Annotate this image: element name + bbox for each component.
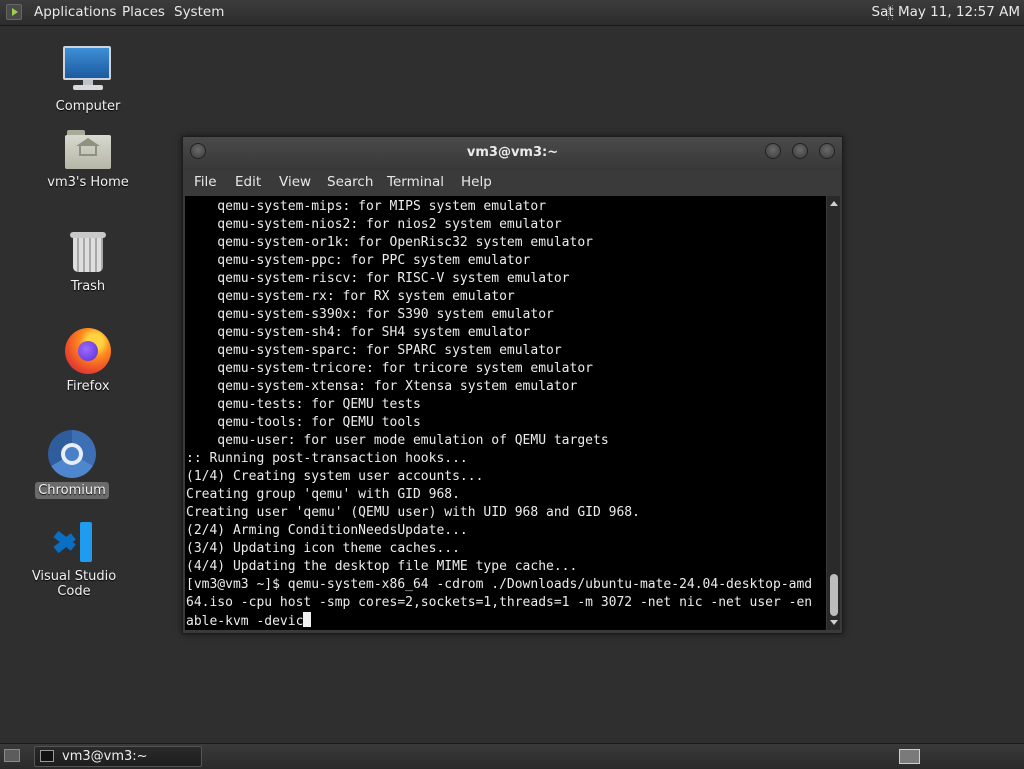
terminal-line: (2/4) Arming ConditionNeedsUpdate... (186, 523, 468, 538)
computer-icon (63, 46, 113, 94)
workspace-switcher[interactable] (899, 749, 920, 764)
terminal-line: able-kvm -devic (186, 612, 812, 630)
terminal-line: :: Running post-transaction hooks... (186, 451, 468, 466)
terminal-line: qemu-system-or1k: for OpenRisc32 system … (186, 235, 593, 250)
terminal-line: qemu-tests: for QEMU tests (186, 397, 421, 412)
main-menu-icon[interactable] (6, 4, 22, 20)
chromium-icon (48, 430, 96, 478)
terminal-icon (40, 750, 54, 762)
menu-search[interactable]: Search (327, 174, 373, 190)
bottom-panel: vm3@vm3:~ (0, 743, 1024, 769)
desktop-icon-trash[interactable]: Trash (28, 230, 148, 295)
taskbar-window-button[interactable]: vm3@vm3:~ (34, 746, 202, 767)
desktop-icon-chromium[interactable]: Chromium (12, 430, 132, 499)
terminal-scrollbar[interactable] (827, 196, 840, 630)
terminal-line: qemu-system-rx: for RX system emulator (186, 289, 515, 304)
window-titlebar[interactable]: vm3@vm3:~ (183, 137, 842, 169)
terminal-line: 64.iso -cpu host -smp cores=2,sockets=1,… (186, 595, 813, 610)
text-cursor (303, 612, 312, 627)
terminal-line: Creating user 'qemu' (QEMU user) with UI… (186, 505, 640, 520)
scrollbar-thumb[interactable] (830, 574, 838, 616)
menu-view[interactable]: View (279, 174, 311, 190)
scroll-down-arrow-icon[interactable] (830, 620, 838, 625)
desktop-icon-label: vm3's Home (47, 175, 129, 190)
vscode-icon (52, 520, 96, 564)
terminal-line: qemu-system-nios2: for nios2 system emul… (186, 217, 562, 232)
desktop-icon-label: Computer (55, 99, 121, 114)
terminal-line: qemu-system-xtensa: for Xtensa system em… (186, 379, 578, 394)
clock[interactable]: Sat May 11, 12:57 AM (872, 4, 1020, 20)
terminal-output[interactable]: qemu-system-mips: for MIPS system emulat… (185, 196, 826, 630)
close-button[interactable] (819, 143, 835, 159)
menu-help[interactable]: Help (461, 174, 492, 190)
desktop-icon-label: Trash (70, 279, 106, 294)
desktop-icon-label: Visual Studio Code (31, 569, 117, 599)
terminal-line: qemu-tools: for QEMU tools (186, 415, 421, 430)
scroll-up-arrow-icon[interactable] (830, 201, 838, 206)
desktop-icon-vscode[interactable]: Visual Studio Code (14, 520, 134, 600)
desktop-icon-computer[interactable]: Computer (28, 46, 148, 115)
window-title: vm3@vm3:~ (466, 145, 559, 160)
firefox-icon (65, 328, 111, 374)
terminal-line: qemu-system-mips: for MIPS system emulat… (186, 199, 547, 214)
terminal-line: qemu-system-sparc: for SPARC system emul… (186, 343, 562, 358)
system-menu[interactable]: System (174, 4, 224, 20)
terminal-line: (1/4) Creating system user accounts... (186, 469, 484, 484)
terminal-line: (4/4) Updating the desktop file MIME typ… (186, 559, 578, 574)
terminal-menubar: File Edit View Search Terminal Help (183, 169, 842, 197)
applications-menu[interactable]: Applications (34, 4, 116, 20)
top-panel: Applications Places System Sat May 11, 1… (0, 0, 1024, 26)
terminal-line: qemu-system-s390x: for S390 system emula… (186, 307, 554, 322)
taskbar-window-label: vm3@vm3:~ (62, 749, 148, 764)
home-folder-icon (65, 130, 111, 170)
maximize-button[interactable] (792, 143, 808, 159)
terminal-line: qemu-system-ppc: for PPC system emulator (186, 253, 531, 268)
minimize-button[interactable] (765, 143, 781, 159)
terminal-line: (3/4) Updating icon theme caches... (186, 541, 460, 556)
desktop-icon-firefox[interactable]: Firefox (28, 328, 148, 395)
places-menu[interactable]: Places (122, 4, 165, 20)
terminal-line: qemu-system-riscv: for RISC-V system emu… (186, 271, 570, 286)
terminal-line: qemu-system-tricore: for tricore system … (186, 361, 593, 376)
desktop-icon-label: Chromium (35, 482, 109, 499)
desktop-icon-label: Firefox (66, 379, 110, 394)
trash-icon (70, 230, 106, 274)
show-desktop-icon[interactable] (4, 749, 20, 762)
menu-terminal[interactable]: Terminal (387, 174, 444, 190)
terminal-line: [vm3@vm3 ~]$ qemu-system-x86_64 -cdrom .… (186, 577, 813, 592)
menu-edit[interactable]: Edit (235, 174, 261, 190)
desktop-icon-home[interactable]: vm3's Home (28, 130, 148, 191)
terminal-line: qemu-user: for user mode emulation of QE… (186, 433, 609, 448)
terminal-line: Creating group 'qemu' with GID 968. (186, 487, 460, 502)
menu-file[interactable]: File (194, 174, 217, 190)
terminal-window[interactable]: vm3@vm3:~ File Edit View Search Terminal… (182, 136, 843, 634)
terminal-line: qemu-system-sh4: for SH4 system emulator (186, 325, 531, 340)
